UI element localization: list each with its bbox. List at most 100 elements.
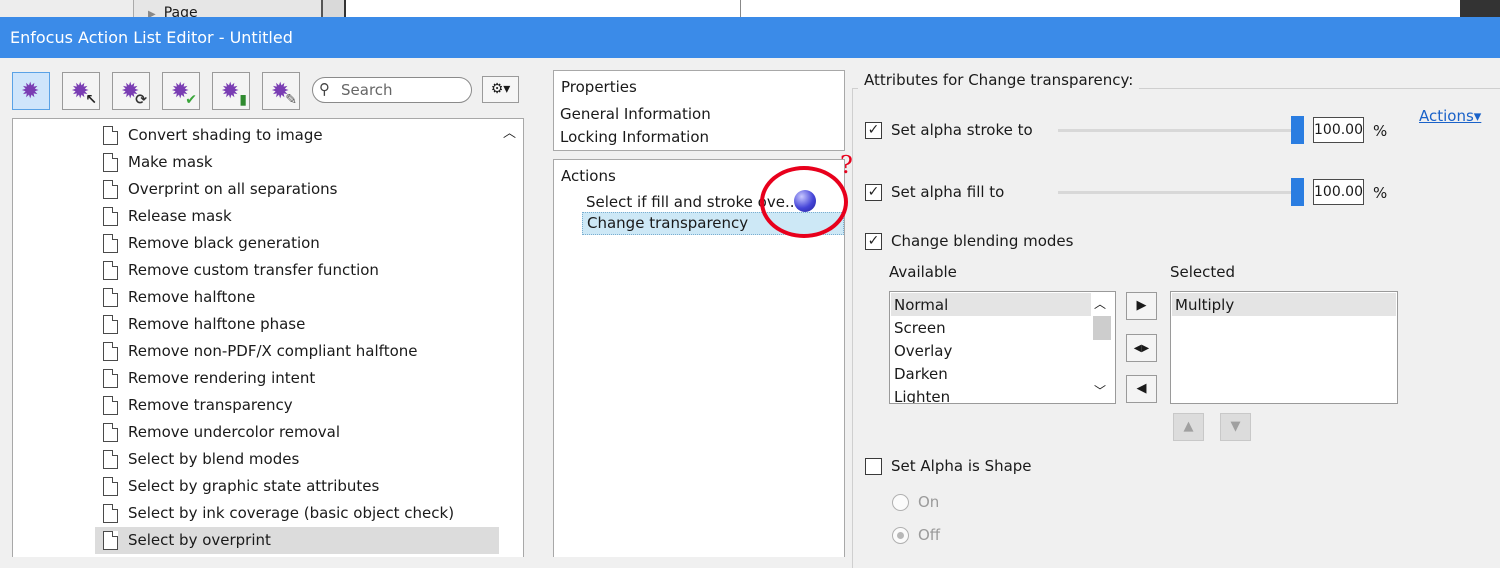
selected-label: Selected xyxy=(1170,263,1236,281)
list-item[interactable]: Lighten xyxy=(894,386,950,403)
tool-button-refresh[interactable]: ✹ ⟳ xyxy=(112,72,150,110)
triangle-up-icon: ▲ xyxy=(1183,419,1194,434)
alpha-stroke-value[interactable]: 100.00 xyxy=(1313,117,1364,143)
list-item[interactable]: Normal xyxy=(894,294,948,317)
list-item[interactable]: Overlay xyxy=(894,340,952,363)
alpha-is-shape-label: Set Alpha is Shape xyxy=(891,457,1032,475)
move-up-button[interactable]: ▲ xyxy=(1173,413,1204,441)
list-item[interactable]: Darken xyxy=(894,363,948,386)
document-icon xyxy=(103,477,118,496)
document-icon xyxy=(103,180,118,199)
background-divider xyxy=(330,0,346,17)
list-item[interactable]: Remove halftone phase xyxy=(95,311,499,338)
list-item[interactable]: Multiply xyxy=(1175,294,1234,317)
triangle-left-icon: ◀ xyxy=(1136,381,1147,396)
available-label: Available xyxy=(889,263,957,281)
tool-button-configure[interactable]: ✹ ✎ xyxy=(262,72,300,110)
action-library-list[interactable]: Convert shading to image Make mask Overp… xyxy=(12,118,524,557)
list-item[interactable]: Convert shading to image xyxy=(95,122,499,149)
tool-button-actions[interactable]: ✹ xyxy=(12,72,50,110)
document-icon xyxy=(103,396,118,415)
alpha-shape-off-radio[interactable] xyxy=(892,527,909,544)
background-window-left xyxy=(0,0,133,17)
triangle-down-icon: ▼ xyxy=(1230,419,1241,434)
available-blend-modes-list[interactable]: Normal Screen Overlay Darken Lighten ︿ ﹀ xyxy=(889,291,1116,404)
document-icon xyxy=(103,261,118,280)
annotation-circle xyxy=(760,166,848,238)
window-titlebar: Enfocus Action List Editor - Untitled xyxy=(0,17,1500,58)
settings-dropdown-button[interactable]: ⚙▾ xyxy=(482,76,519,103)
tool-button-select[interactable]: ✹ ↖ xyxy=(62,72,100,110)
list-item[interactable]: Remove black generation xyxy=(95,230,499,257)
alpha-fill-unit: % xyxy=(1373,184,1388,202)
list-item[interactable]: Remove custom transfer function xyxy=(95,257,499,284)
gear-icon: ✹ xyxy=(21,79,40,104)
scrollbar-thumb[interactable] xyxy=(1093,316,1111,340)
alpha-stroke-slider-thumb[interactable] xyxy=(1291,116,1304,144)
move-right-button[interactable]: ▶ xyxy=(1126,292,1157,320)
background-dark-edge xyxy=(1460,0,1500,17)
alpha-stroke-label: Set alpha stroke to xyxy=(891,121,1033,139)
search-icon: ⚲ xyxy=(319,80,330,98)
background-canvas xyxy=(346,0,1460,17)
list-item[interactable]: Remove halftone xyxy=(95,284,499,311)
selected-blend-modes-list[interactable]: Multiply xyxy=(1170,291,1398,404)
background-page-tab: ▶ Page xyxy=(133,0,323,17)
tool-button-check[interactable]: ✹ ✔ xyxy=(162,72,200,110)
gear-refresh-icon: ✹ ⟳ xyxy=(121,79,147,108)
general-information-item[interactable]: General Information xyxy=(560,105,711,123)
list-item[interactable]: Select by ink coverage (basic object che… xyxy=(95,500,499,527)
list-item[interactable]: Select by graphic state attributes xyxy=(95,473,499,500)
gear-cursor-icon: ✹ ↖ xyxy=(71,79,97,108)
move-left-button[interactable]: ◀ xyxy=(1126,375,1157,403)
alpha-shape-on-radio[interactable] xyxy=(892,494,909,511)
gear-info-icon: ✹ ▮ xyxy=(221,79,247,108)
search-input[interactable] xyxy=(339,80,469,100)
scroll-up-arrow-icon[interactable]: ︿ xyxy=(503,122,516,141)
document-icon xyxy=(103,234,118,253)
background-page-label: Page xyxy=(163,5,198,17)
alpha-fill-slider-thumb[interactable] xyxy=(1291,178,1304,206)
document-icon xyxy=(103,207,118,226)
document-icon xyxy=(103,126,118,145)
properties-header: Properties xyxy=(561,78,637,96)
list-item[interactable]: Remove non-PDF/X compliant halftone xyxy=(95,338,499,365)
list-item[interactable]: Remove rendering intent xyxy=(95,365,499,392)
alpha-fill-slider-track[interactable] xyxy=(1058,191,1304,194)
alpha-stroke-unit: % xyxy=(1373,122,1388,140)
actions-menu-link[interactable]: Actions▾ xyxy=(1419,107,1481,125)
alpha-stroke-checkbox[interactable]: ✓ xyxy=(865,122,882,139)
alpha-stroke-slider-track[interactable] xyxy=(1058,129,1304,132)
list-item[interactable]: Overprint on all separations xyxy=(95,176,499,203)
document-icon xyxy=(103,504,118,523)
scroll-up-arrow-icon[interactable]: ︿ xyxy=(1094,295,1106,312)
list-item[interactable]: Make mask xyxy=(95,149,499,176)
document-icon xyxy=(103,153,118,172)
document-icon xyxy=(103,531,118,550)
alpha-fill-value[interactable]: 100.00 xyxy=(1313,179,1364,205)
scroll-down-arrow-icon[interactable]: ﹀ xyxy=(1094,382,1106,399)
document-icon xyxy=(103,288,118,307)
blending-modes-label: Change blending modes xyxy=(891,232,1074,250)
list-item[interactable]: Select by blend modes xyxy=(95,446,499,473)
blending-modes-checkbox[interactable]: ✓ xyxy=(865,233,882,250)
list-item[interactable]: Remove undercolor removal xyxy=(95,419,499,446)
list-item[interactable]: Release mask xyxy=(95,203,499,230)
alpha-is-shape-checkbox[interactable] xyxy=(865,458,882,475)
expand-triangle-icon: ▶ xyxy=(148,9,156,17)
alpha-shape-off-label: Off xyxy=(918,526,941,544)
list-item[interactable]: Remove transparency xyxy=(95,392,499,419)
swap-button[interactable]: ◀▶ xyxy=(1126,334,1157,362)
search-box[interactable]: ⚲ xyxy=(312,77,472,103)
window-title: Enfocus Action List Editor - Untitled xyxy=(10,28,293,47)
list-item-selected[interactable]: Select by overprint xyxy=(95,527,499,554)
gear-wrench-icon: ✹ ✎ xyxy=(271,79,297,108)
locking-information-item[interactable]: Locking Information xyxy=(560,128,709,146)
alpha-fill-checkbox[interactable]: ✓ xyxy=(865,184,882,201)
annotation-question-mark: ? xyxy=(840,151,853,179)
tool-button-info[interactable]: ✹ ▮ xyxy=(212,72,250,110)
document-icon xyxy=(103,342,118,361)
document-icon xyxy=(103,369,118,388)
list-item[interactable]: Screen xyxy=(894,317,946,340)
move-down-button[interactable]: ▼ xyxy=(1220,413,1251,441)
